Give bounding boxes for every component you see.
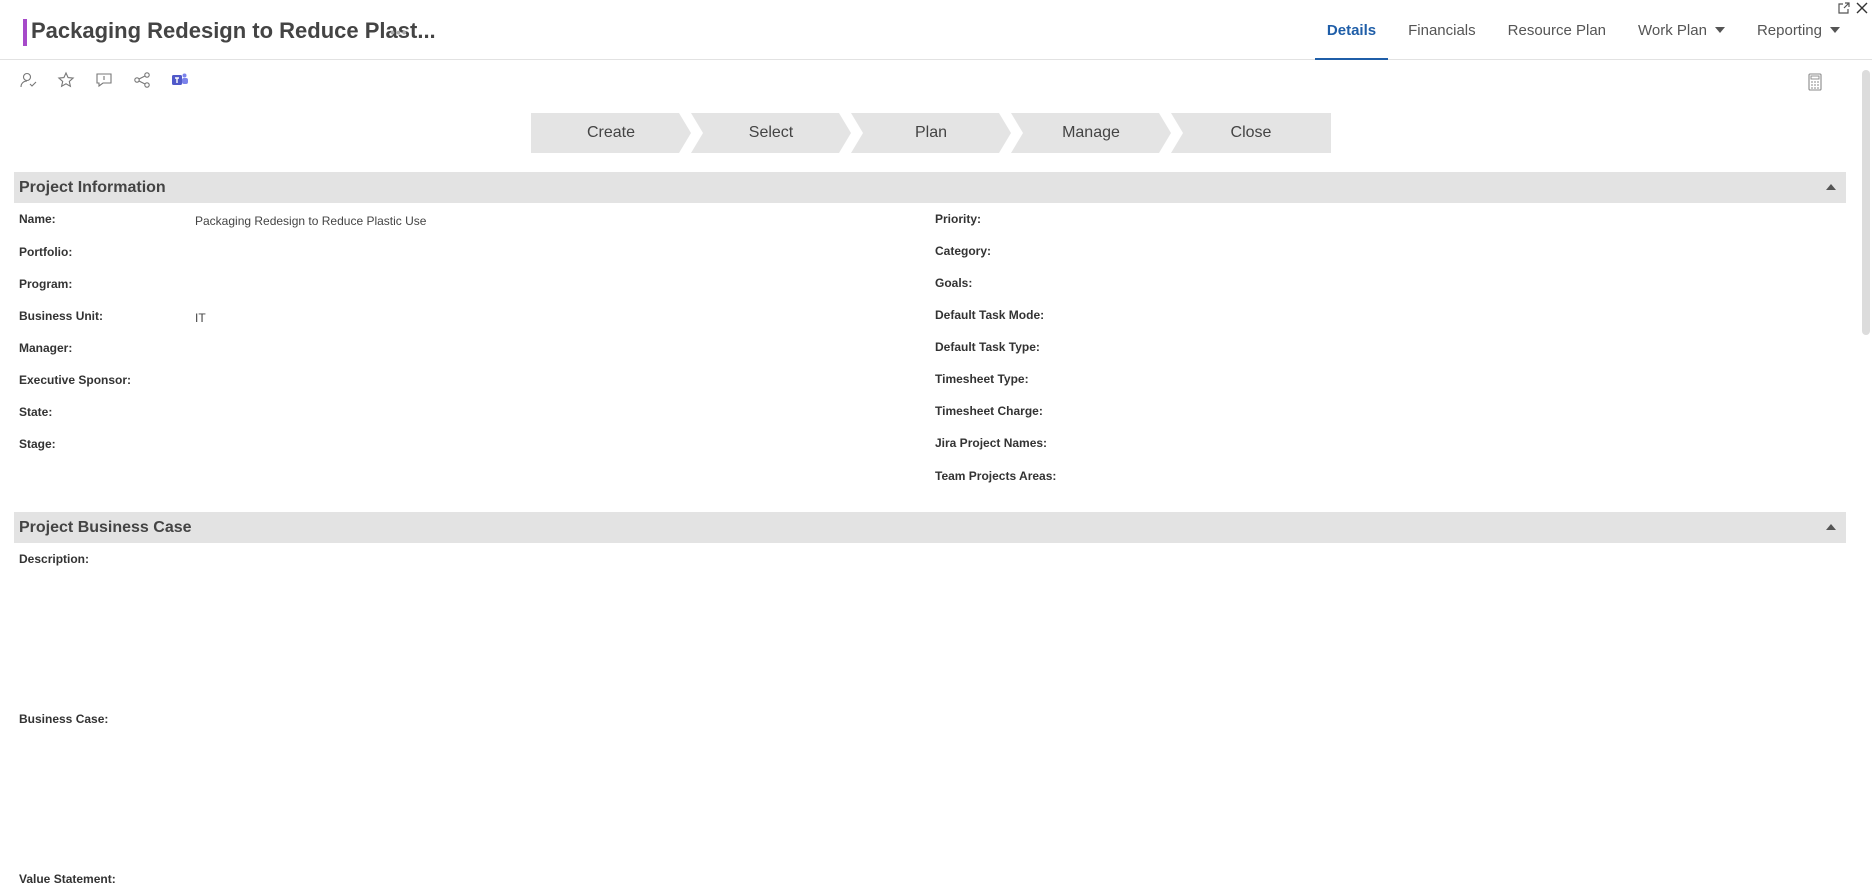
stage-close[interactable]: Close [1171, 113, 1331, 153]
field-label: Default Task Mode: [935, 308, 1045, 322]
scrollbar[interactable] [1862, 70, 1870, 335]
page-title: Packaging Redesign to Reduce Plast... [31, 18, 436, 43]
tab-label: Resource Plan [1507, 21, 1607, 39]
star-icon[interactable] [54, 68, 78, 92]
stage-create[interactable]: Create [531, 113, 691, 153]
collapse-icon[interactable] [1826, 184, 1836, 190]
field-label: Jira Project Names: [935, 436, 1048, 450]
teams-icon[interactable] [168, 68, 192, 92]
tab-label: Work Plan [1638, 21, 1707, 39]
nav-tabs: Details Financials Resource Plan Work Pl… [1307, 0, 1852, 60]
tab-label: Reporting [1756, 21, 1822, 39]
comment-icon[interactable] [92, 68, 116, 92]
project-details-window: Packaging Redesign to Reduce Plast... ••… [0, 0, 1872, 892]
field-label: Timesheet Type: [935, 372, 1029, 386]
tab-label: Details [1326, 21, 1377, 39]
calculator-icon[interactable] [1803, 70, 1827, 94]
field-label: Goals: [935, 276, 973, 290]
tab-label: Financials [1408, 21, 1476, 39]
section-title: Project Information [19, 178, 166, 196]
field-label: Business Unit: [19, 309, 104, 323]
field-value: IT [195, 311, 206, 325]
user-icon[interactable] [16, 68, 40, 92]
field-label: Category: [935, 244, 992, 258]
title-accent-bar [23, 19, 27, 46]
field-label: Priority: [935, 212, 982, 226]
tab-reporting[interactable]: Reporting [1745, 0, 1852, 60]
field-label: Program: [19, 277, 73, 291]
field-label: Name: [19, 212, 56, 226]
tab-resource-plan[interactable]: Resource Plan [1496, 0, 1618, 60]
field-label: Portfolio: [19, 245, 73, 259]
field-label: Value Statement: [19, 872, 116, 886]
field-label: Manager: [19, 341, 73, 355]
chevron-down-icon [1714, 27, 1725, 33]
section-title: Project Business Case [19, 518, 192, 536]
tab-work-plan[interactable]: Work Plan [1626, 0, 1737, 60]
section-project-information[interactable]: Project Information [14, 172, 1846, 203]
field-label: Executive Sponsor: [19, 373, 132, 387]
field-label: Timesheet Charge: [935, 404, 1043, 418]
header: Packaging Redesign to Reduce Plast... ••… [0, 0, 1872, 60]
title-more-button[interactable]: ••• [390, 24, 408, 40]
field-label: Stage: [19, 437, 56, 451]
field-label: State: [19, 405, 53, 419]
field-label: Business Case: [19, 712, 109, 726]
field-label: Description: [19, 552, 90, 566]
tab-details[interactable]: Details [1314, 0, 1389, 60]
chevron-down-icon [1830, 27, 1840, 33]
field-value: Packaging Redesign to Reduce Plastic Use [195, 214, 427, 228]
stage-select[interactable]: Select [691, 113, 851, 153]
stage-plan[interactable]: Plan [851, 113, 1011, 153]
toolbar [16, 68, 192, 92]
stage-manage[interactable]: Manage [1011, 113, 1171, 153]
tab-financials[interactable]: Financials [1396, 0, 1488, 60]
share-icon[interactable] [130, 68, 154, 92]
stage-progress: Create Select Plan Manage Close [531, 113, 1331, 153]
field-label: Default Task Type: [935, 340, 1040, 354]
collapse-icon[interactable] [1826, 524, 1836, 530]
field-label: Team Projects Areas: [935, 469, 1057, 483]
section-project-business-case[interactable]: Project Business Case [14, 512, 1846, 543]
